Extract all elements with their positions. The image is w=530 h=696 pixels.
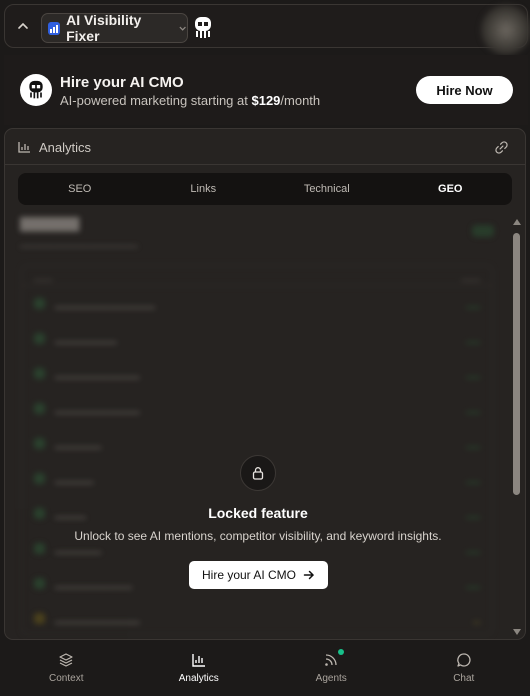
bar-chart-icon (192, 654, 205, 667)
mascot-icon[interactable] (193, 16, 213, 40)
tab-geo[interactable]: GEO (389, 173, 513, 205)
scrollbar[interactable] (512, 217, 521, 637)
nav-context-label: Context (49, 673, 84, 684)
promo-subtitle: AI-powered marketing starting at $129/mo… (60, 93, 321, 108)
link-icon[interactable] (494, 140, 509, 155)
bar-chart-icon (48, 21, 61, 35)
hire-ai-cmo-button[interactable]: Hire your AI CMO (189, 561, 328, 589)
locked-description: Unlock to see AI mentions, competitor vi… (74, 529, 442, 543)
scroll-down-arrow[interactable] (513, 629, 521, 635)
promo-banner: Hire your AI CMO AI-powered marketing st… (4, 55, 528, 125)
tab-technical[interactable]: Technical (265, 173, 389, 205)
layers-icon (59, 653, 73, 667)
arrow-right-icon (303, 570, 315, 580)
mascot-logo-icon (20, 74, 52, 106)
nav-context[interactable]: Context (0, 640, 133, 696)
bottom-nav: Context Analytics Agents Chat (0, 640, 530, 696)
panel-title: Analytics (39, 140, 92, 155)
rss-icon (325, 654, 337, 666)
chevron-up-icon (18, 22, 28, 29)
panel-header: Analytics (5, 129, 525, 165)
tab-seo[interactable]: SEO (18, 173, 142, 205)
bar-chart-icon (18, 142, 30, 153)
collapse-button[interactable] (13, 15, 33, 37)
nav-analytics-label: Analytics (178, 673, 219, 684)
top-bar: AI Visibility Fixer (4, 4, 530, 55)
analytics-panel: Analytics SEO Links Technical GEO ██████… (4, 128, 526, 640)
nav-agents-label: Agents (315, 673, 347, 684)
avatar[interactable] (481, 5, 530, 55)
hire-now-button[interactable]: Hire Now (416, 76, 513, 104)
scroll-up-arrow[interactable] (513, 219, 521, 225)
hire-ai-cmo-label: Hire your AI CMO (201, 568, 297, 582)
locked-title: Locked feature (208, 505, 308, 521)
nav-chat-label: Chat (453, 673, 475, 684)
app-name: AI Visibility Fixer (66, 12, 142, 44)
promo-title: Hire your AI CMO (60, 74, 184, 91)
notification-dot (338, 649, 345, 655)
chevron-down-icon (179, 26, 186, 31)
geo-content: ███████ ▁▁▁▁▁▁▁▁▁▁▁▁▁▁▁▁▁ ▁▁▁ ▁▁▁ ▁▁▁▁▁▁▁… (18, 213, 498, 639)
analytics-tabs: SEO Links Technical GEO (18, 173, 512, 205)
nav-chat[interactable]: Chat (398, 640, 530, 696)
nav-agents[interactable]: Agents (265, 640, 398, 696)
locked-overlay: Locked feature Unlock to see AI mentions… (18, 213, 498, 639)
nav-analytics[interactable]: Analytics (133, 640, 266, 696)
promo-price: $129 (251, 93, 281, 108)
message-circle-icon (456, 653, 471, 667)
app-selector[interactable]: AI Visibility Fixer (41, 12, 188, 44)
tab-links[interactable]: Links (142, 173, 266, 205)
scroll-thumb[interactable] (513, 233, 520, 495)
lock-icon (240, 455, 276, 491)
